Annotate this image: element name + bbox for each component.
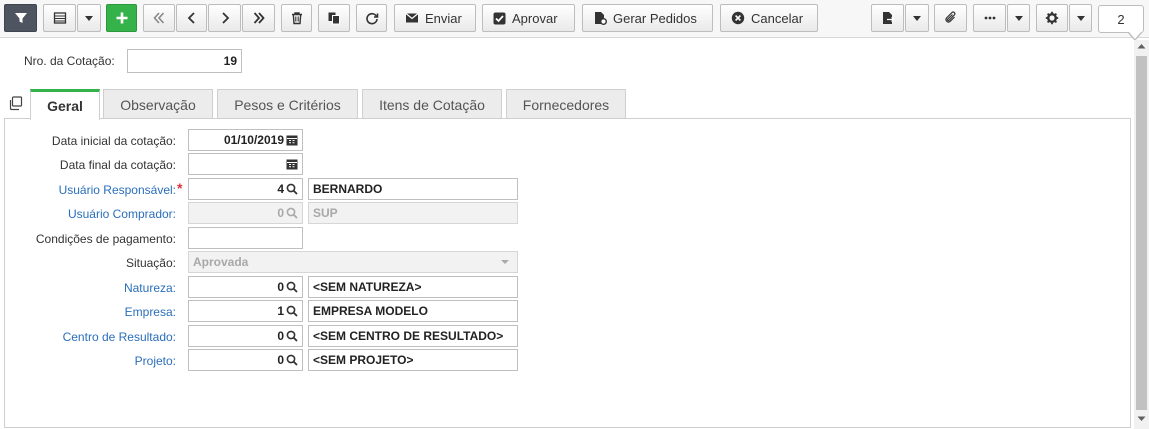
grid-view-button[interactable] <box>43 4 76 32</box>
caret-down-icon <box>1076 15 1085 21</box>
refresh-icon <box>365 12 378 25</box>
projeto-label[interactable]: Projeto: <box>0 354 176 368</box>
delete-button[interactable] <box>281 4 312 32</box>
centro-resultado-name-field[interactable]: <SEM CENTRO DE RESULTADO> <box>308 325 518 347</box>
cotacao-number-label: Nro. da Cotação: <box>24 54 115 68</box>
chevron-left-icon <box>187 12 195 24</box>
aprovar-button[interactable]: Aprovar <box>482 4 575 32</box>
cancel-circle-icon <box>731 11 745 25</box>
export-dropdown[interactable] <box>905 4 929 32</box>
cotacao-number-field[interactable]: 19 <box>127 49 242 73</box>
search-icon[interactable] <box>286 330 298 342</box>
first-record-button[interactable] <box>143 4 175 32</box>
grid-view-dropdown[interactable] <box>77 4 101 32</box>
search-icon <box>286 207 298 219</box>
caret-down-icon <box>1014 15 1023 21</box>
more-options-dropdown[interactable] <box>1007 4 1030 32</box>
toolbar: Enviar Aprovar Gerar Pedidos Cancelar 2 <box>0 0 1149 41</box>
enviar-label: Enviar <box>425 10 462 26</box>
condicoes-pagamento-label: Condições de pagamento: <box>35 232 176 246</box>
tab-fornecedores[interactable]: Fornecedores <box>506 89 626 119</box>
scroll-down-arrow-icon[interactable] <box>1137 416 1146 422</box>
window-copy-icon[interactable] <box>8 96 23 111</box>
projeto-name-field[interactable]: <SEM PROJETO> <box>308 349 518 371</box>
trash-icon <box>291 12 302 25</box>
usuario-comprador-name-field: SUP <box>308 202 518 224</box>
copy-icon <box>328 12 340 25</box>
usuario-responsavel-label[interactable]: Usuário Responsável: <box>0 183 176 197</box>
export-button[interactable] <box>871 4 904 32</box>
search-icon[interactable] <box>286 354 298 366</box>
attachments-button[interactable] <box>934 4 967 32</box>
document-gear-icon <box>595 12 607 25</box>
double-chevron-left-icon <box>153 12 165 24</box>
caret-down-icon <box>913 15 921 21</box>
tab-pesos-criterios[interactable]: Pesos e Critérios <box>217 89 358 119</box>
envelope-icon <box>405 13 419 23</box>
chevron-right-icon <box>221 12 229 24</box>
paperclip-icon <box>944 11 955 23</box>
natureza-name-field[interactable]: <SEM NATUREZA> <box>308 276 518 298</box>
plus-icon <box>116 12 127 24</box>
checkbox-checked-icon <box>493 12 506 24</box>
usuario-responsavel-name-field[interactable]: BERNARDO <box>308 178 518 200</box>
calendar-icon[interactable] <box>286 134 298 146</box>
settings-button[interactable] <box>1036 4 1068 32</box>
double-chevron-right-icon <box>253 12 265 24</box>
aprovar-label: Aprovar <box>512 10 558 26</box>
gerar-pedidos-label: Gerar Pedidos <box>613 10 697 26</box>
settings-dropdown[interactable] <box>1069 4 1092 32</box>
chevron-down-icon <box>501 260 509 264</box>
empresa-label[interactable]: Empresa: <box>0 305 176 319</box>
filter-button[interactable] <box>4 4 37 32</box>
table-icon <box>53 12 66 24</box>
natureza-label[interactable]: Natureza: <box>0 281 176 295</box>
file-export-icon <box>882 12 894 24</box>
more-options-button[interactable] <box>973 4 1006 32</box>
search-icon[interactable] <box>286 281 298 293</box>
situacao-value: Aprovada <box>193 255 249 269</box>
tab-geral[interactable]: Geral <box>30 89 100 120</box>
data-inicial-label: Data inicial da cotação: <box>51 134 176 148</box>
search-icon[interactable] <box>286 305 298 317</box>
data-final-label: Data final da cotação: <box>59 158 176 172</box>
previous-record-button[interactable] <box>176 4 207 32</box>
centro-resultado-label[interactable]: Centro de Resultado: <box>0 330 176 344</box>
usuario-comprador-label[interactable]: Usuário Comprador: <box>0 207 176 221</box>
cancelar-label: Cancelar <box>751 10 804 26</box>
refresh-button[interactable] <box>356 4 387 32</box>
condicoes-pagamento-field[interactable] <box>188 227 303 249</box>
required-asterisk: * <box>177 180 183 196</box>
last-record-button[interactable] <box>242 4 275 32</box>
caret-down-icon <box>85 15 93 21</box>
enviar-button[interactable]: Enviar <box>394 4 476 32</box>
next-record-button[interactable] <box>208 4 241 32</box>
add-button[interactable] <box>106 4 137 32</box>
record-count: 2 <box>1117 11 1125 27</box>
gear-icon <box>1045 11 1059 25</box>
cancelar-button[interactable]: Cancelar <box>720 4 818 32</box>
search-icon[interactable] <box>286 183 298 195</box>
ellipsis-icon <box>984 16 995 20</box>
tab-observacao[interactable]: Observação <box>103 89 213 119</box>
duplicate-button[interactable] <box>318 4 350 32</box>
record-count-badge[interactable]: 2 <box>1098 5 1144 41</box>
gerar-pedidos-button[interactable]: Gerar Pedidos <box>582 4 713 32</box>
tab-itens-cotacao[interactable]: Itens de Cotação <box>362 89 502 119</box>
situacao-label: Situação: <box>125 256 176 270</box>
empresa-name-field[interactable]: EMPRESA MODELO <box>308 300 518 322</box>
scrollbar-thumb[interactable] <box>1136 56 1147 410</box>
filter-icon <box>14 13 27 23</box>
scroll-up-arrow-icon[interactable] <box>1137 43 1146 49</box>
calendar-icon[interactable] <box>286 158 298 170</box>
situacao-select: Aprovada <box>188 251 518 273</box>
